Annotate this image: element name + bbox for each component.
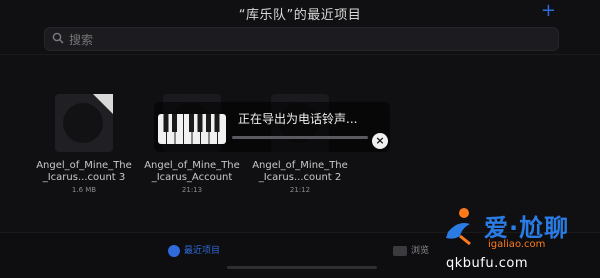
divider xyxy=(0,54,600,55)
watermark: 爱·尬聊 igaliao.com qkbufu.com xyxy=(440,206,594,276)
piano-keyboard-icon xyxy=(158,114,226,144)
watermark-site-cn: igaliao.com xyxy=(488,239,546,250)
tab-recent-label: 最近项目 xyxy=(184,246,221,256)
export-progress-bar xyxy=(232,136,368,139)
file-meta: 21:12 xyxy=(289,186,311,194)
piano-keys-icon xyxy=(163,114,220,144)
home-indicator xyxy=(227,266,377,269)
search-input[interactable] xyxy=(67,31,511,49)
search-bar[interactable] xyxy=(44,27,559,51)
tab-browse[interactable]: 浏览 xyxy=(393,243,429,256)
file-name: Angel_of_Mine_The_Icarus_Account xyxy=(144,160,240,183)
folder-icon xyxy=(393,245,407,256)
file-meta: 21:13 xyxy=(181,186,203,194)
file-name: Angel_of_Mine_The_Icarus...count 2 xyxy=(252,160,348,183)
garageband-recents-screen: “库乐队”的最近项目 + Angel_of_Mine_The_Icarus...… xyxy=(0,0,600,278)
tab-browse-label: 浏览 xyxy=(411,246,430,256)
close-button[interactable]: × xyxy=(372,133,388,149)
project-thumbnail xyxy=(55,94,113,152)
export-progress-overlay: 正在导出为电话铃声... xyxy=(154,102,390,152)
watermark-brand: 爱·尬聊 xyxy=(484,214,570,242)
watermark-site-en: qkbufu.com xyxy=(446,256,528,271)
file-meta: 1.6 MB xyxy=(71,186,97,194)
add-project-button[interactable]: + xyxy=(541,2,556,20)
search-icon xyxy=(52,32,64,44)
top-bar: “库乐队”的最近项目 + xyxy=(0,0,600,24)
page-corner-icon xyxy=(93,94,113,114)
file-item[interactable]: Angel_of_Mine_The_Icarus...count 3 1.6 M… xyxy=(34,94,134,194)
clock-icon xyxy=(168,244,180,257)
page-title: “库乐队”的最近项目 xyxy=(238,8,362,23)
tab-recent[interactable]: 最近项目 xyxy=(168,243,220,257)
file-name: Angel_of_Mine_The_Icarus...count 3 xyxy=(36,160,132,183)
runner-logo-icon xyxy=(446,208,471,246)
export-status-text: 正在导出为电话铃声... xyxy=(238,112,358,126)
